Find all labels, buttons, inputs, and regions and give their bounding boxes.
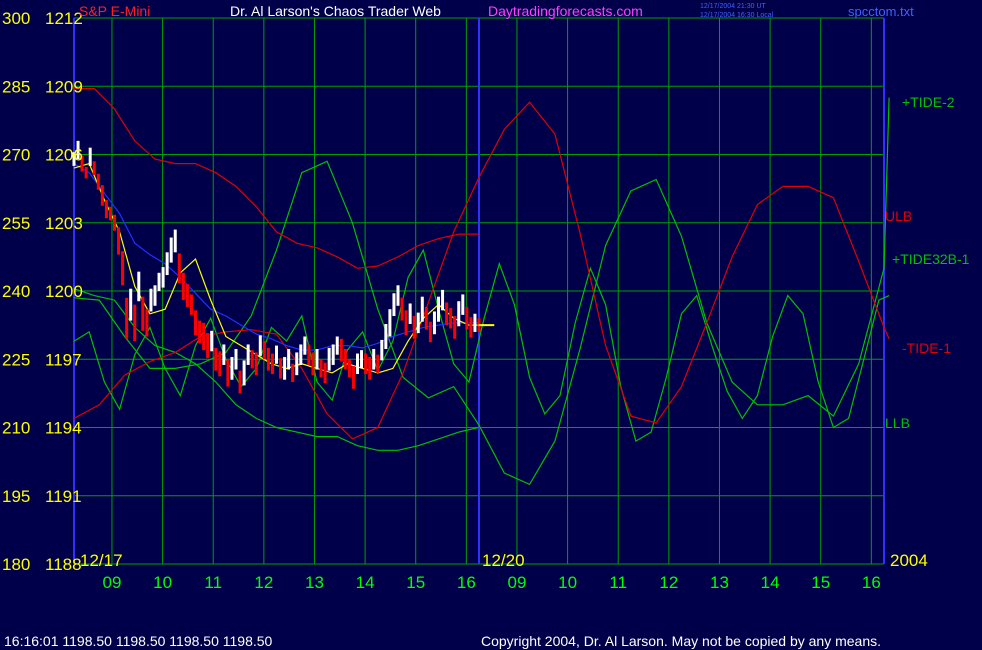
y-tick-price: 1206 xyxy=(45,146,83,165)
x-tick-label: 16 xyxy=(862,573,881,592)
x-tick-label: 15 xyxy=(406,573,425,592)
y-tick-index: 210 xyxy=(2,419,30,438)
date-label: 12/20 xyxy=(482,551,525,570)
date-label: 12/17 xyxy=(80,551,123,570)
y-tick-index: 255 xyxy=(2,214,30,233)
x-tick-label: 14 xyxy=(356,573,375,592)
x-tick-label: 12 xyxy=(659,573,678,592)
y-tick-index: 195 xyxy=(2,487,30,506)
y-tick-index: 285 xyxy=(2,77,30,96)
y-tick-price: 1212 xyxy=(45,9,83,28)
y-tick-price: 1200 xyxy=(45,282,83,301)
x-tick-label: 09 xyxy=(508,573,527,592)
x-tick-label: 13 xyxy=(710,573,729,592)
x-tick-label: 11 xyxy=(609,573,627,592)
author-title: Dr. Al Larson's Chaos Trader Web xyxy=(230,3,441,19)
y-tick-price: 1194 xyxy=(45,419,82,438)
timestamp-ut: 12/17/2004 21:30 UT xyxy=(700,3,766,10)
series-label: ULB xyxy=(885,208,912,224)
y-tick-price: 1197 xyxy=(45,350,82,369)
y-tick-index: 270 xyxy=(2,146,30,165)
y-tick-price: 1191 xyxy=(45,487,82,506)
x-tick-label: 11 xyxy=(204,573,222,592)
x-tick-label: 09 xyxy=(103,573,122,592)
series-label: +TIDE32B-1 xyxy=(892,251,970,267)
timestamp-local: 12/17/2004 16:30 Local xyxy=(700,12,774,19)
x-tick-label: 14 xyxy=(761,573,780,592)
y-tick-price: 1209 xyxy=(45,77,83,96)
y-tick-price: 1203 xyxy=(45,214,83,233)
chaos-trader-chart: 300 1212285 1209270 1206255 1203240 1200225 11… xyxy=(0,0,982,650)
series-label: +TIDE-2 xyxy=(902,94,955,110)
y-tick-index: 240 xyxy=(2,282,30,301)
x-tick-label: 12 xyxy=(254,573,273,592)
x-tick-label: 10 xyxy=(153,573,172,592)
y-tick-index: 180 xyxy=(2,555,30,574)
x-tick-label: 15 xyxy=(811,573,830,592)
x-tick-label: 13 xyxy=(305,573,324,592)
x-tick-label: 16 xyxy=(457,573,476,592)
footer-quote: 16:16:01 1198.50 1198.50 1198.50 1198.50 xyxy=(4,633,273,649)
series-label: LLB xyxy=(885,415,910,431)
x-tick-label: 10 xyxy=(558,573,577,592)
y-tick-index: 300 xyxy=(2,9,30,28)
series-label: -TIDE-1 xyxy=(902,340,951,356)
footer-copyright: Copyright 2004, Dr. Al Larson. May not b… xyxy=(481,633,881,649)
date-label: 2004 xyxy=(890,551,928,570)
site-title: Daytradingforecasts.com xyxy=(488,3,643,19)
symbol-title: S&P E-Mini xyxy=(79,3,150,19)
y-tick-price: 1188 xyxy=(45,555,82,574)
filename: spcctom.txt xyxy=(848,4,914,19)
y-tick-index: 225 xyxy=(2,350,30,369)
